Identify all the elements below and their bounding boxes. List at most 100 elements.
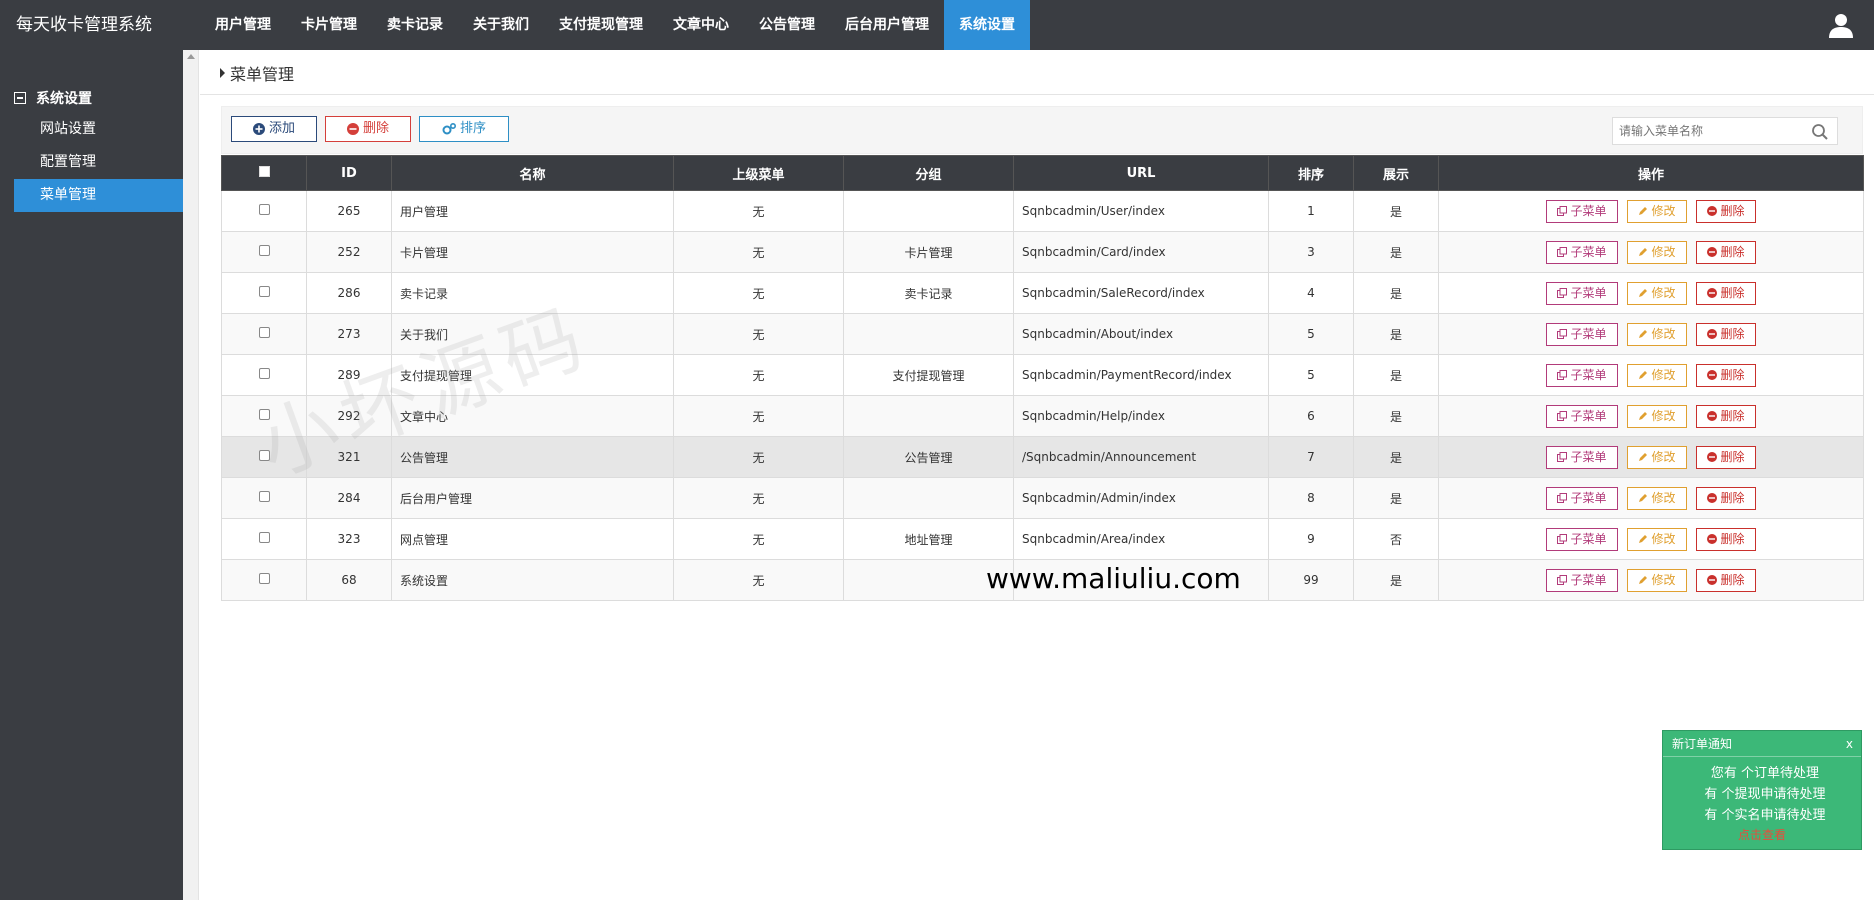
user-icon[interactable] — [1828, 12, 1854, 38]
sort-label: 排序 — [459, 121, 486, 136]
table-row[interactable]: 321 公告管理无公告管理/Sqnbcadmin/Announcement 7 是子菜… — [221, 436, 1864, 478]
row-checkbox[interactable] — [258, 409, 270, 420]
table-row[interactable]: 273 关于我们无 Sqnbcadmin/About/index 5 是 子菜单 修改 删除 — [221, 313, 1864, 355]
table-row[interactable]: 284 后台用户管理无 Sqnbcadmin/Admin/index 8 是 子菜单 修改 删… — [221, 477, 1864, 519]
sidebar-item-website-settings[interactable]: 网站设置 — [14, 113, 183, 146]
submenu-button[interactable]: 子菜单 — [1546, 568, 1618, 592]
row-delete-button[interactable]: 删除 — [1696, 322, 1756, 346]
edit-button[interactable]: 修改 — [1627, 240, 1687, 264]
table-row[interactable]: 323 网点管理无地址管理 Sqnbcadmin/Area/index 9 否 子菜单 修改… — [221, 518, 1864, 560]
table-row[interactable]: 265 用户管理无 Sqnbcadmin/User/index 1 是 子菜单 修改 删除 — [221, 190, 1864, 232]
submenu-button[interactable]: 子菜单 — [1546, 281, 1618, 305]
submenu-button[interactable]: 子菜单 — [1546, 199, 1618, 223]
row-delete-button[interactable]: 删除 — [1696, 527, 1756, 551]
row-delete-button[interactable]: 删除 — [1696, 568, 1756, 592]
submenu-button[interactable]: 子菜单 — [1546, 363, 1618, 387]
topnav-item-8[interactable]: 系统设置 — [944, 0, 1030, 50]
add-button[interactable]: 添加 — [231, 116, 317, 142]
minus-circle-icon — [1707, 206, 1718, 216]
row-checkbox[interactable] — [258, 327, 270, 338]
add-label: 添加 — [268, 121, 295, 136]
table-row[interactable]: 286 卖卡记录无卖卡记录 Sqnbcadmin/SaleRecord/index 4… — [221, 272, 1864, 314]
cell-show: 是 — [1353, 477, 1439, 519]
edit-button[interactable]: 修改 — [1627, 486, 1687, 510]
topnav-item-3[interactable]: 关于我们 — [458, 0, 544, 50]
pencil-icon — [1639, 248, 1648, 256]
sidebar-item-menu[interactable]: 菜单管理 — [14, 179, 183, 212]
collapse-icon[interactable] — [14, 92, 26, 104]
minus-circle-icon — [1707, 534, 1718, 544]
sidebar-item-config[interactable]: 配置管理 — [14, 146, 183, 179]
topnav-item-7[interactable]: 后台用户管理 — [830, 0, 944, 50]
table-row[interactable]: 68 系统设置无 99 是 子菜单 修改 删除 — [221, 559, 1864, 601]
row-checkbox[interactable] — [258, 204, 270, 215]
submenu-button[interactable]: 子菜单 — [1546, 240, 1618, 264]
copy-icon — [1557, 206, 1568, 216]
topnav-item-2[interactable]: 卖卡记录 — [372, 0, 458, 50]
close-icon[interactable]: x — [1846, 731, 1853, 757]
search-icon[interactable] — [1811, 123, 1829, 141]
edit-button[interactable]: 修改 — [1627, 322, 1687, 346]
edit-label: 修改 — [1651, 408, 1676, 423]
cell-actions: 子菜单 修改 删除 — [1438, 477, 1864, 519]
submenu-button[interactable]: 子菜单 — [1546, 404, 1618, 428]
row-checkbox[interactable] — [258, 368, 270, 379]
row-delete-button[interactable]: 删除 — [1696, 404, 1756, 428]
page-title: 菜单管理 — [230, 65, 295, 84]
scrollbar[interactable] — [183, 50, 199, 900]
topnav-item-1[interactable]: 卡片管理 — [286, 0, 372, 50]
edit-button[interactable]: 修改 — [1627, 363, 1687, 387]
notice-view-link[interactable]: 点击查看 — [1663, 826, 1861, 844]
row-delete-button[interactable]: 删除 — [1696, 363, 1756, 387]
table-row[interactable]: 252 卡片管理无卡片管理 Sqnbcadmin/Card/index 3 是子菜单 修改… — [221, 231, 1864, 273]
edit-button[interactable]: 修改 — [1627, 281, 1687, 305]
copy-icon — [1557, 411, 1568, 421]
row-delete-button[interactable]: 删除 — [1696, 281, 1756, 305]
notice-line-withdraw: 有 个提现申请待处理 — [1704, 787, 1826, 802]
topnav-item-5[interactable]: 文章中心 — [658, 0, 744, 50]
row-select-cell — [221, 436, 307, 478]
row-checkbox[interactable] — [258, 450, 270, 461]
header-actions: 操作 — [1438, 155, 1864, 191]
submenu-button[interactable]: 子菜单 — [1546, 527, 1618, 551]
edit-button[interactable]: 修改 — [1627, 527, 1687, 551]
cell-show: 是 — [1353, 354, 1439, 396]
topnav-item-0[interactable]: 用户管理 — [200, 0, 286, 50]
select-all-checkbox[interactable] — [258, 165, 270, 177]
topnav-item-6[interactable]: 公告管理 — [744, 0, 830, 50]
row-checkbox[interactable] — [258, 532, 270, 543]
table-row[interactable]: 289 支付提现管理无支付提现管理 Sqnbcadmin/PaymentRecord… — [221, 354, 1864, 396]
row-checkbox[interactable] — [258, 573, 270, 584]
edit-button[interactable]: 修改 — [1627, 199, 1687, 223]
row-checkbox[interactable] — [258, 245, 270, 256]
cell-actions: 子菜单 修改 删除 — [1438, 272, 1864, 314]
edit-button[interactable]: 修改 — [1627, 445, 1687, 469]
submenu-button[interactable]: 子菜单 — [1546, 486, 1618, 510]
copy-icon — [1557, 247, 1568, 257]
row-delete-label: 删除 — [1720, 531, 1745, 546]
scroll-up-icon[interactable] — [187, 54, 195, 59]
cell-url: /Sqnbcadmin/Announcement — [1013, 436, 1269, 478]
row-checkbox[interactable] — [258, 491, 270, 502]
submenu-button[interactable]: 子菜单 — [1546, 322, 1618, 346]
edit-button[interactable]: 修改 — [1627, 568, 1687, 592]
topnav-item-4[interactable]: 支付提现管理 — [544, 0, 658, 50]
submenu-label: 子菜单 — [1570, 203, 1607, 218]
table-row[interactable]: 292 文章中心无 Sqnbcadmin/Help/index 6 是 子菜单 修改 删除 — [221, 395, 1864, 437]
row-checkbox[interactable] — [258, 286, 270, 297]
sort-button[interactable]: 排序 — [419, 116, 509, 142]
row-delete-button[interactable]: 删除 — [1696, 486, 1756, 510]
cell-parent: 无 — [673, 518, 844, 560]
sidebar-group[interactable]: 系统设置 — [14, 88, 92, 108]
cell-url: Sqnbcadmin/User/index — [1013, 190, 1269, 232]
cell-parent: 无 — [673, 395, 844, 437]
submenu-button[interactable]: 子菜单 — [1546, 445, 1618, 469]
row-delete-button[interactable]: 删除 — [1696, 199, 1756, 223]
row-delete-button[interactable]: 删除 — [1696, 445, 1756, 469]
edit-button[interactable]: 修改 — [1627, 404, 1687, 428]
edit-label: 修改 — [1651, 244, 1676, 259]
delete-button[interactable]: 删除 — [325, 116, 411, 142]
row-delete-button[interactable]: 删除 — [1696, 240, 1756, 264]
cell-sort: 9 — [1268, 518, 1354, 560]
search-input[interactable] — [1613, 118, 1803, 144]
